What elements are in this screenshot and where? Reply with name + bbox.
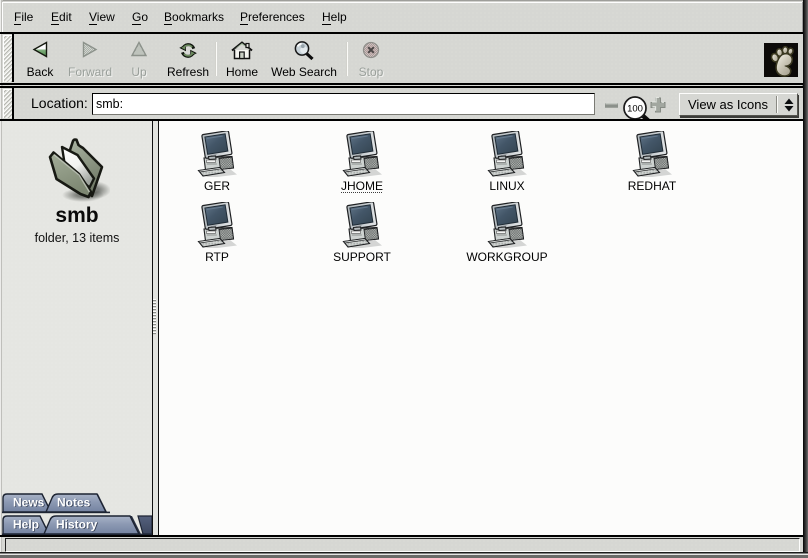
- svg-text:Notes: Notes: [57, 496, 91, 510]
- svg-text:History: History: [56, 518, 98, 532]
- svg-text:Help: Help: [13, 518, 39, 532]
- svg-text:100: 100: [627, 104, 643, 115]
- svg-text:News: News: [13, 496, 45, 510]
